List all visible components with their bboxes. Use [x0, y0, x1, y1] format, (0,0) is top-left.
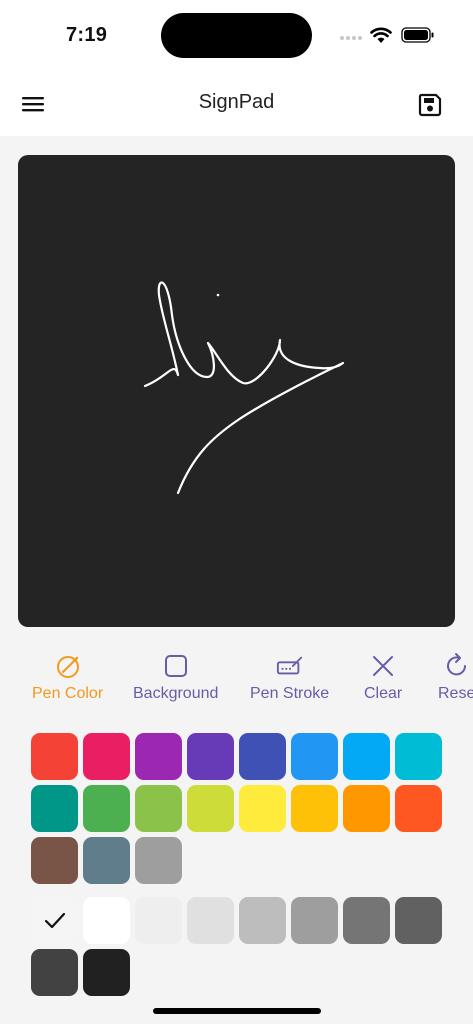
tab-label: Pen Stroke	[250, 685, 330, 702]
color-swatch[interactable]	[83, 785, 130, 832]
tab-label: Clear	[364, 685, 403, 702]
color-swatch[interactable]	[31, 837, 78, 884]
home-indicator	[153, 1008, 321, 1014]
color-swatch[interactable]	[343, 733, 390, 780]
color-swatch[interactable]	[135, 837, 182, 884]
save-icon[interactable]	[417, 92, 443, 118]
checkmark-icon	[44, 912, 66, 929]
signature-drawing	[143, 281, 345, 495]
color-swatch[interactable]	[291, 897, 338, 944]
color-swatch[interactable]	[187, 897, 234, 944]
tool-bar: Pen Color Background Pen Stroke Clear Re…	[0, 652, 473, 712]
signal-icon	[340, 36, 362, 40]
color-swatch[interactable]	[395, 733, 442, 780]
app-bar: SignPad	[0, 72, 473, 136]
color-swatch[interactable]	[239, 897, 286, 944]
tab-label: Reset	[438, 685, 473, 702]
dynamic-island	[161, 13, 312, 58]
page-title: SignPad	[198, 91, 275, 113]
color-swatch[interactable]	[31, 949, 78, 996]
main-content: Pen Color Background Pen Stroke Clear Re…	[0, 136, 473, 1024]
color-swatch[interactable]	[135, 785, 182, 832]
square-icon	[162, 652, 190, 680]
color-swatch[interactable]	[83, 949, 130, 996]
pen-stroke-icon	[276, 652, 304, 680]
tab-label: Background	[133, 685, 219, 702]
color-swatch[interactable]	[187, 785, 234, 832]
color-swatch[interactable]	[31, 785, 78, 832]
color-swatch[interactable]	[395, 897, 442, 944]
tab-reset[interactable]: Reset	[438, 652, 473, 703]
color-swatch[interactable]	[291, 785, 338, 832]
reset-icon	[443, 652, 471, 680]
color-swatch[interactable]	[187, 733, 234, 780]
color-swatch[interactable]	[83, 837, 130, 884]
color-swatch[interactable]	[239, 733, 286, 780]
color-swatch[interactable]	[291, 733, 338, 780]
color-swatch[interactable]	[83, 897, 130, 944]
signature-canvas[interactable]	[18, 155, 455, 627]
color-swatch[interactable]	[343, 897, 390, 944]
tab-clear[interactable]: Clear	[364, 652, 402, 703]
color-swatch[interactable]	[31, 897, 78, 944]
wifi-icon	[370, 27, 392, 43]
status-bar: 7:19	[0, 0, 473, 72]
color-swatch[interactable]	[83, 733, 130, 780]
color-swatch[interactable]	[239, 785, 286, 832]
battery-icon	[401, 27, 434, 43]
color-swatch[interactable]	[135, 733, 182, 780]
tab-background[interactable]: Background	[133, 652, 218, 703]
pen-color-icon	[54, 652, 82, 680]
close-icon	[369, 652, 397, 680]
color-swatch[interactable]	[395, 785, 442, 832]
color-swatch[interactable]	[31, 733, 78, 780]
tab-pen-color[interactable]: Pen Color	[32, 652, 103, 703]
tab-label: Pen Color	[32, 685, 104, 702]
color-swatch[interactable]	[343, 785, 390, 832]
tab-pen-stroke[interactable]: Pen Stroke	[250, 652, 329, 703]
color-swatch[interactable]	[135, 897, 182, 944]
status-time: 7:19	[66, 24, 108, 46]
